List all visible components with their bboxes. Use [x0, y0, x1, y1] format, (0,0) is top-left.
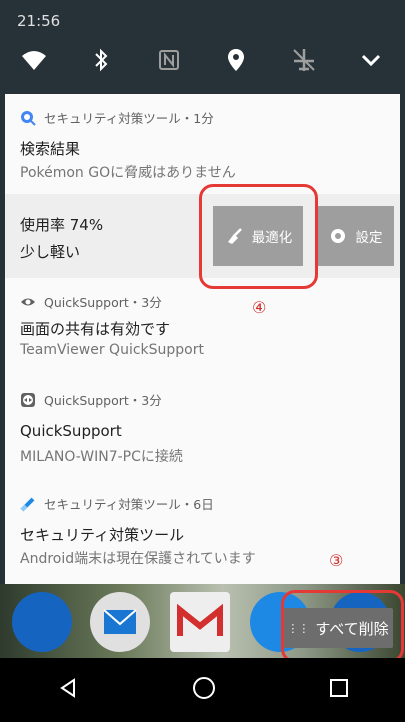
notification-app-name: セキュリティ対策ツール・1分 — [44, 111, 214, 126]
notification-header: QuickSupport・3分 — [20, 390, 162, 409]
quick-settings-row — [0, 40, 405, 80]
settings-button[interactable]: 設定 — [316, 206, 394, 266]
usage-title: 使用率 74% — [20, 216, 104, 234]
expand-chevron-icon[interactable] — [356, 45, 386, 75]
annotation-number-4: ④ — [252, 298, 267, 317]
notification-title: セキュリティ対策ツール — [20, 526, 185, 544]
bluetooth-icon[interactable] — [86, 45, 116, 75]
annotation-number-3: ③ — [329, 551, 344, 570]
app-shortcut-icon[interactable] — [12, 592, 72, 652]
notification-title: QuickSupport — [20, 422, 122, 440]
notification-shade: セキュリティ対策ツール・1分 検索結果 Pokémon GOに脅威はありません … — [5, 94, 400, 584]
notification-text: Pokémon GOに脅威はありません — [20, 165, 236, 181]
wifi-icon[interactable] — [19, 45, 49, 75]
notification-app-name: QuickSupport・3分 — [44, 295, 162, 310]
home-icon[interactable] — [191, 675, 217, 705]
gmail-app-icon[interactable] — [170, 592, 230, 652]
eye-app-icon — [21, 298, 35, 305]
gear-icon — [330, 229, 345, 243]
notification-text: TeamViewer QuickSupport — [20, 342, 204, 358]
annotation-circle-optimize — [199, 184, 318, 289]
notification-app-name: QuickSupport・3分 — [44, 393, 162, 408]
notification-title: 検索結果 — [20, 140, 81, 158]
notification-screen-share[interactable]: QuickSupport・3分 画面の共有は有効です TeamViewer Qu… — [5, 278, 400, 377]
notification-text: Android端末は現在保護されています — [20, 551, 256, 567]
teamviewer-app-icon — [21, 392, 35, 407]
status-time: 21:56 — [17, 12, 61, 30]
notification-header: セキュリティ対策ツール・6日 — [20, 494, 214, 513]
magnifier-app-icon — [21, 110, 36, 126]
notification-header: QuickSupport・3分 — [20, 292, 162, 311]
notification-quicksupport[interactable]: QuickSupport・3分 QuickSupport MILANO-WIN7… — [5, 376, 400, 481]
airplane-mode-icon[interactable] — [289, 45, 319, 75]
notification-title: 画面の共有は有効です — [20, 320, 171, 338]
recents-icon[interactable] — [328, 677, 350, 703]
settings-label: 設定 — [355, 230, 383, 246]
notification-header: セキュリティ対策ツール・1分 — [20, 108, 214, 127]
location-icon[interactable] — [221, 45, 251, 75]
notification-app-name: セキュリティ対策ツール・6日 — [44, 497, 214, 512]
back-icon[interactable] — [56, 676, 80, 704]
shield-app-icon — [20, 497, 35, 511]
quick-settings-panel: 21:56 — [0, 0, 405, 94]
navigation-bar — [0, 658, 405, 722]
mail-app-icon[interactable] — [90, 592, 150, 652]
annotation-circle-clear-all — [281, 590, 404, 663]
usage-text: 少し軽い — [20, 243, 81, 261]
notification-text: MILANO-WIN7-PCに接続 — [20, 449, 183, 465]
nfc-icon[interactable] — [154, 45, 184, 75]
notification-security-scan[interactable]: セキュリティ対策ツール・1分 検索結果 Pokémon GOに脅威はありません — [5, 94, 400, 195]
